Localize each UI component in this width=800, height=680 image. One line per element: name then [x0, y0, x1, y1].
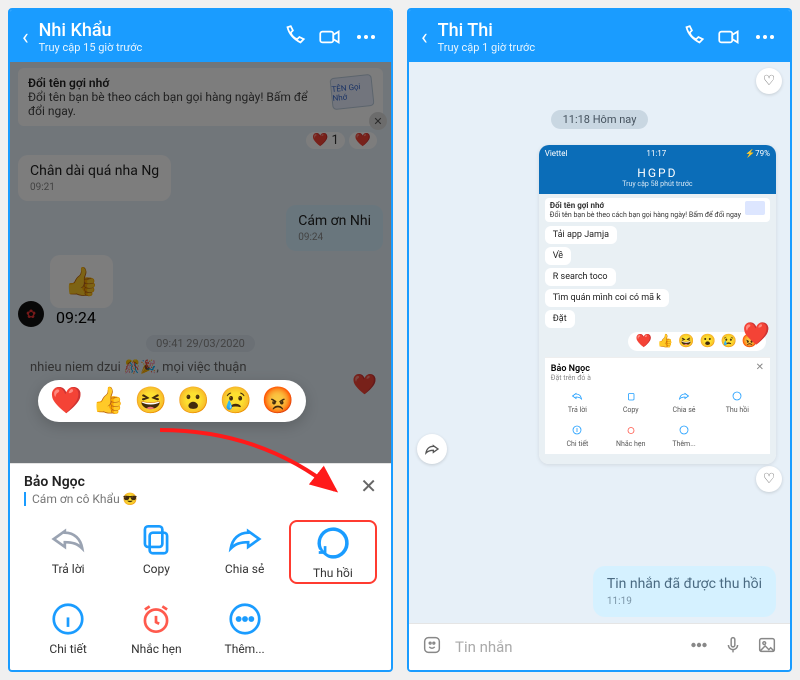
chat-area: ♡ 11:18 Hôm nay Viettel 11:17 ⚡79% HGPD … — [409, 62, 790, 623]
action-label: Chi tiết — [24, 642, 112, 656]
sheet-user: Bảo Ngọc — [24, 474, 377, 490]
message-time: 09:24 — [50, 308, 113, 327]
ss-bubble: Đặt — [545, 310, 575, 328]
chat-header: ‹ Nhi Khẩu Truy cập 15 giờ trước — [10, 10, 391, 62]
voice-call-icon[interactable] — [281, 24, 307, 50]
reply-button[interactable]: Trả lời — [24, 520, 112, 584]
back-icon[interactable]: ‹ — [421, 25, 428, 50]
detail-button[interactable]: Chi tiết — [24, 600, 112, 656]
message-input[interactable]: Tin nhắn — [455, 638, 676, 656]
reaction-count: 1 — [332, 133, 339, 148]
ss-reaction-bar: ❤️ 👍 😆 😮 😢 😡 ❤️ — [628, 332, 766, 351]
share-button[interactable]: Chia sẻ — [201, 520, 289, 584]
message-text: Chân dài quá nha Ng — [30, 163, 159, 179]
favorite-button[interactable]: ♡ — [756, 466, 782, 492]
more-icon[interactable] — [353, 24, 379, 50]
action-label: Chia sẻ — [201, 562, 289, 576]
react-like-icon[interactable]: 👍 — [92, 386, 124, 416]
back-icon[interactable]: ‹ — [22, 25, 29, 50]
tip-close-icon[interactable]: ✕ — [369, 112, 387, 130]
ss-header: HGPD Truy cập 58 phút trước — [539, 162, 776, 194]
reaction-summary[interactable]: ❤️ 1 ❤️ — [18, 132, 377, 149]
mic-icon[interactable] — [722, 634, 744, 660]
chat-header: ‹ Thi Thi Truy cập 1 giờ trước — [409, 10, 790, 62]
recalled-message[interactable]: Tin nhắn đã được thu hồi 11:19 — [593, 566, 776, 617]
react-heart-icon[interactable]: ❤️ — [50, 386, 82, 416]
chat-subtitle: Truy cập 15 giờ trước — [39, 41, 271, 54]
reaction-picker: ❤️ 👍 😆 😮 😢 😡 — [38, 380, 306, 422]
message-row: Cám ơn Nhi 09:24 — [18, 205, 383, 251]
ss-action-sheet: ✕ Bảo Ngọc Đặt trên đó à Trả lời Copy Ch… — [545, 357, 770, 454]
video-call-icon[interactable] — [716, 24, 742, 50]
message-input-bar: Tin nhắn — [409, 623, 790, 670]
ss-bubble: Tìm quán mình coi có mã k — [545, 289, 669, 307]
rename-tip-banner[interactable]: Đổi tên gợi nhớ Đổi tên bạn bè theo cách… — [18, 68, 383, 126]
remind-button[interactable]: Nhắc hẹn — [112, 600, 200, 656]
action-label: Thu hồi — [295, 566, 371, 580]
day-divider: 11:18 Hôm nay — [551, 110, 649, 129]
tip-body: Đổi tên bạn bè theo cách bạn gọi hàng ng… — [28, 90, 323, 118]
ss-statusbar: Viettel 11:17 ⚡79% — [539, 145, 776, 162]
ss-bubble: R search toco — [545, 268, 616, 286]
forward-button[interactable] — [417, 434, 447, 464]
image-icon[interactable] — [756, 634, 778, 660]
ss-heart-icon: ❤️ — [743, 322, 770, 347]
message-time: 09:21 — [30, 182, 159, 193]
tip-title: Đổi tên gợi nhớ — [28, 76, 323, 90]
chat-name: Nhi Khẩu — [39, 20, 271, 41]
ss-tip: Đổi tên gợi nhớ Đổi tên bạn bè theo cách… — [545, 198, 770, 222]
message-text: Cám ơn Nhi — [298, 213, 371, 229]
thumbs-up-sticker[interactable]: 👍 — [50, 255, 113, 308]
copy-button[interactable]: Copy — [112, 520, 200, 584]
action-label: Copy — [112, 562, 200, 576]
recall-button[interactable]: Thu hồi — [289, 520, 377, 584]
react-wow-icon[interactable]: 😮 — [177, 386, 209, 416]
message-row: Chân dài quá nha Ng 09:21 — [18, 155, 383, 201]
action-label: Thêm... — [201, 642, 289, 656]
chat-subtitle: Truy cập 1 giờ trước — [438, 41, 670, 54]
message-time: 09:24 — [298, 232, 371, 243]
truncated-message: nhieu niem dzui 🎊🎉, mọi việc thuận — [18, 360, 383, 375]
react-haha-icon[interactable]: 😆 — [135, 386, 167, 416]
phone-right: ‹ Thi Thi Truy cập 1 giờ trước ♡ 11:18 H… — [407, 8, 792, 672]
recalled-time: 11:19 — [607, 596, 762, 607]
message-bubble[interactable]: Chân dài quá nha Ng 09:21 — [18, 155, 171, 201]
tip-image: TÊN Gọi Nhớ — [329, 74, 374, 110]
more-icon[interactable] — [752, 24, 778, 50]
heart-reaction-icon: ❤️ — [352, 372, 377, 396]
more-input-icon[interactable] — [688, 634, 710, 660]
react-angry-icon[interactable]: 😡 — [262, 386, 294, 416]
message-row: ✿ 👍 09:24 — [18, 255, 383, 327]
video-call-icon[interactable] — [317, 24, 343, 50]
react-sad-icon[interactable]: 😢 — [220, 386, 252, 416]
phone-left: ‹ Nhi Khẩu Truy cập 15 giờ trước Đổi tên… — [8, 8, 393, 672]
sticker-icon[interactable] — [421, 634, 443, 660]
avatar[interactable]: ✿ — [18, 301, 44, 327]
sheet-quoted-message: Cám ơn cô Khẩu 😎 — [24, 492, 377, 506]
header-title-block[interactable]: Nhi Khẩu Truy cập 15 giờ trước — [39, 20, 271, 54]
screenshot-attachment[interactable]: Viettel 11:17 ⚡79% HGPD Truy cập 58 phút… — [539, 145, 776, 464]
recalled-text: Tin nhắn đã được thu hồi — [607, 576, 762, 592]
ss-close-icon: ✕ — [756, 362, 764, 373]
more-button[interactable]: Thêm... — [201, 600, 289, 656]
sheet-close-icon[interactable]: ✕ — [360, 474, 377, 498]
action-label: Nhắc hẹn — [112, 642, 200, 656]
voice-call-icon[interactable] — [680, 24, 706, 50]
chat-name: Thi Thi — [438, 20, 670, 41]
message-bubble[interactable]: Cám ơn Nhi 09:24 — [286, 205, 383, 251]
favorite-button[interactable]: ♡ — [756, 68, 782, 94]
action-label: Trả lời — [24, 562, 112, 576]
message-action-sheet: Bảo Ngọc Cám ơn cô Khẩu 😎 ✕ Trả lời Copy… — [10, 463, 391, 670]
ss-bubble: Tải app Jamja — [545, 226, 617, 244]
header-title-block[interactable]: Thi Thi Truy cập 1 giờ trước — [438, 20, 670, 54]
ss-bubble: Về — [545, 247, 571, 265]
timestamp-divider: 09:41 29/03/2020 — [146, 335, 255, 352]
